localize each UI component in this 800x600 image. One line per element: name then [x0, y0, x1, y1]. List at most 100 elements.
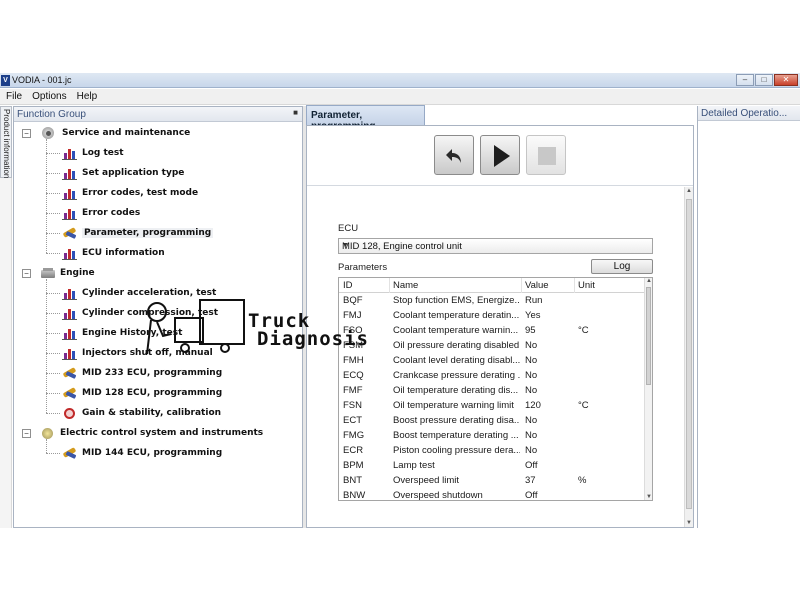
scroll-thumb[interactable] — [646, 287, 651, 385]
scroll-down-icon[interactable]: ▼ — [646, 494, 652, 500]
menu-file[interactable]: File — [6, 91, 22, 102]
column-name[interactable]: Name — [393, 280, 520, 291]
tree-connector — [46, 213, 60, 214]
tree-item[interactable]: MID 144 ECU, programming — [62, 445, 222, 461]
tree-item[interactable]: Engine History, test — [62, 325, 182, 341]
tree-item[interactable]: Cylinder compression, test — [62, 305, 218, 321]
tree-item[interactable]: Error codes, test mode — [62, 185, 198, 201]
scroll-down-icon[interactable]: ▼ — [686, 520, 692, 526]
menu-options[interactable]: Options — [32, 91, 66, 102]
parameters-table: ID Name Value Unit BQF Stop function EMS,… — [338, 277, 653, 501]
tree-item-label: MID 128 ECU, programming — [82, 388, 223, 398]
table-row[interactable]: FSO Coolant temperature warnin... 95 °C — [339, 323, 645, 338]
content-scrollbar[interactable]: ▲ ▼ — [684, 187, 693, 527]
table-row[interactable]: FSN Oil temperature warning limit 120 °C — [339, 398, 645, 413]
product-information-tab[interactable]: Product information — [0, 106, 12, 178]
column-value[interactable]: Value — [525, 280, 573, 291]
tree-item-label: MID 233 ECU, programming — [82, 368, 223, 378]
cell-unit: % — [578, 475, 587, 486]
window-title: VODIA - 001.jc — [12, 75, 72, 85]
tree-item[interactable]: Set application type — [62, 165, 184, 181]
collapse-toggle-icon[interactable]: − — [22, 269, 31, 278]
back-button[interactable] — [434, 135, 474, 175]
cell-name: Overspeed limit — [393, 475, 459, 486]
cell-id: BNW — [343, 490, 366, 501]
tab-parameter-programming[interactable]: Parameter, programming — [306, 105, 425, 132]
function-group-header: Function Group ■ — [14, 107, 302, 122]
minimize-button[interactable]: – — [736, 74, 754, 86]
pin-icon[interactable]: ■ — [293, 108, 298, 117]
cell-name: Coolant temperature warnin... — [393, 325, 519, 336]
cell-value: Off — [525, 490, 538, 501]
chart-icon — [62, 347, 78, 360]
menu-help[interactable]: Help — [77, 91, 98, 102]
tree-group[interactable]: Engine — [40, 265, 95, 281]
tree-item-label: Cylinder compression, test — [82, 308, 219, 318]
detailed-operation-header[interactable]: Detailed Operatio... — [698, 106, 800, 121]
window-controls: – □ ✕ — [736, 74, 798, 86]
cell-name: Boost pressure derating disa... — [393, 415, 520, 426]
tree-connector — [46, 453, 60, 454]
tree-group[interactable]: Service and maintenance — [40, 125, 190, 141]
tree-item[interactable]: Error codes — [62, 205, 140, 221]
tree-connector — [46, 313, 60, 314]
table-row[interactable]: ECQ Crankcase pressure derating ... No — [339, 368, 645, 383]
scroll-thumb[interactable] — [686, 199, 692, 509]
tree-item[interactable]: Injectors shut off, manual — [62, 345, 213, 361]
cell-id: FMJ — [343, 310, 362, 321]
detailed-operation-title: Detailed Operatio... — [701, 108, 788, 119]
table-row[interactable]: BNW Overspeed shutdown Off — [339, 488, 645, 501]
table-row[interactable]: BPM Lamp test Off — [339, 458, 645, 473]
table-scrollbar[interactable]: ▲ ▼ — [644, 278, 652, 500]
scroll-up-icon[interactable]: ▲ — [686, 188, 692, 194]
column-id[interactable]: ID — [343, 280, 389, 291]
table-row[interactable]: ECR Piston cooling pressure dera... No — [339, 443, 645, 458]
tree-item[interactable]: Log test — [62, 145, 124, 161]
tree-connector — [46, 173, 60, 174]
cell-value: Yes — [525, 310, 541, 321]
tree-item-label: Engine History, test — [82, 328, 183, 338]
table-header: ID Name Value Unit — [339, 278, 645, 293]
engine-icon — [40, 267, 56, 280]
tree-item[interactable]: Cylinder acceleration, test — [62, 285, 216, 301]
collapse-toggle-icon[interactable]: − — [22, 129, 31, 138]
wrench-icon — [62, 446, 78, 460]
vodia-app-icon: V — [1, 75, 10, 86]
tree-item[interactable]: Gain & stability, calibration — [62, 405, 221, 421]
table-row[interactable]: FMJ Coolant temperature deratin... Yes — [339, 308, 645, 323]
tree-connector — [46, 373, 60, 374]
cell-value: Run — [525, 295, 543, 306]
cell-value: No — [525, 385, 538, 396]
tree-item[interactable]: ECU information — [62, 245, 165, 261]
stop-button[interactable] — [526, 135, 566, 175]
table-row[interactable]: FMH Coolant level derating disabl... No — [339, 353, 645, 368]
dropdown-arrow-icon: ▼ — [342, 242, 349, 249]
table-row[interactable]: ECT Boost pressure derating disa... No — [339, 413, 645, 428]
tree-item-label: Log test — [82, 148, 124, 158]
tree-item[interactable]: MID 128 ECU, programming — [62, 385, 222, 401]
play-button[interactable] — [480, 135, 520, 175]
play-icon — [494, 145, 510, 167]
table-row[interactable]: BNT Overspeed limit 37% — [339, 473, 645, 488]
column-unit[interactable]: Unit — [578, 280, 618, 291]
ecu-dropdown[interactable]: MID 128, Engine control unit ▼ — [338, 238, 653, 254]
table-row[interactable]: FSM Oil pressure derating disabled No — [339, 338, 645, 353]
log-button[interactable]: Log — [591, 259, 653, 274]
tree-connector — [46, 193, 60, 194]
cell-unit: °C — [578, 400, 589, 411]
tree-item[interactable]: Parameter, programming — [62, 225, 214, 241]
tree-item-label: Set application type — [82, 168, 185, 178]
collapse-toggle-icon[interactable]: − — [22, 429, 31, 438]
maximize-button[interactable]: □ — [755, 74, 773, 86]
table-row[interactable]: FMF Oil temperature derating dis... No — [339, 383, 645, 398]
table-row[interactable]: BQF Stop function EMS, Energize... Run — [339, 293, 645, 308]
tree-item-label: Gain & stability, calibration — [82, 408, 222, 418]
cell-id: BPM — [343, 460, 364, 471]
close-button[interactable]: ✕ — [774, 74, 798, 86]
table-row[interactable]: FMG Boost temperature derating ... No — [339, 428, 645, 443]
tree-item[interactable]: MID 233 ECU, programming — [62, 365, 222, 381]
cell-value: 95 — [525, 325, 536, 336]
tree-connector — [46, 333, 60, 334]
scroll-up-icon[interactable]: ▲ — [646, 278, 652, 284]
tree-group[interactable]: Electric control system and instruments — [40, 425, 263, 441]
